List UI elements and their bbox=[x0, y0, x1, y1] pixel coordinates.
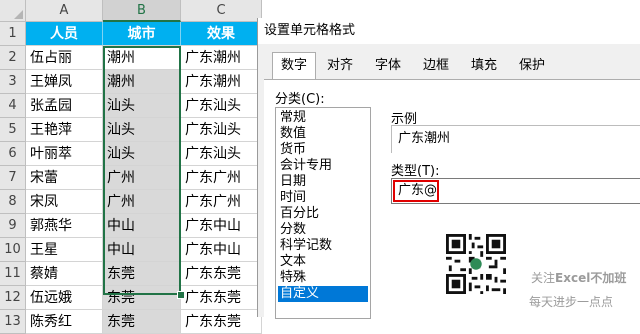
dialog-title[interactable]: 设置单元格格式 bbox=[258, 18, 640, 44]
cell-a9[interactable]: 郭燕华 bbox=[26, 214, 103, 238]
cell-b13[interactable]: 东莞 bbox=[103, 310, 181, 334]
category-item-currency[interactable]: 货币 bbox=[278, 142, 368, 158]
row-header-1[interactable]: 1 bbox=[0, 22, 26, 46]
category-item-accounting[interactable]: 会计专用 bbox=[278, 158, 368, 174]
row-header-4[interactable]: 4 bbox=[0, 94, 26, 118]
tab-alignment[interactable]: 对齐 bbox=[316, 54, 364, 78]
select-all-corner[interactable] bbox=[0, 0, 26, 22]
column-header-a[interactable]: A bbox=[26, 0, 103, 22]
row-header-9[interactable]: 9 bbox=[0, 214, 26, 238]
cell-c10[interactable]: 广东中山 bbox=[181, 238, 262, 262]
cell-c13[interactable]: 广东东莞 bbox=[181, 310, 262, 334]
cell-a3[interactable]: 王婵凤 bbox=[26, 70, 103, 94]
tab-font[interactable]: 字体 bbox=[364, 54, 412, 78]
watermark-prefix: 关注 bbox=[531, 271, 556, 285]
cell-b4[interactable]: 汕头 bbox=[103, 94, 181, 118]
column-header-b[interactable]: B bbox=[103, 0, 181, 22]
row-header-10[interactable]: 10 bbox=[0, 238, 26, 262]
category-item-scientific[interactable]: 科学记数 bbox=[278, 238, 368, 254]
cell-c8[interactable]: 广东广州 bbox=[181, 190, 262, 214]
row-header-3[interactable]: 3 bbox=[0, 70, 26, 94]
row-header-12[interactable]: 12 bbox=[0, 286, 26, 310]
cell-a2[interactable]: 伍占丽 bbox=[26, 46, 103, 70]
cell-b6[interactable]: 汕头 bbox=[103, 142, 181, 166]
category-item-custom[interactable]: 自定义 bbox=[278, 286, 368, 302]
cell-b7[interactable]: 广州 bbox=[103, 166, 181, 190]
column-header-c[interactable]: C bbox=[181, 0, 262, 22]
cell-a8[interactable]: 宋凤 bbox=[26, 190, 103, 214]
tab-number[interactable]: 数字 bbox=[272, 52, 316, 80]
cell-b3[interactable]: 潮州 bbox=[103, 70, 181, 94]
cell-a11[interactable]: 蔡婧 bbox=[26, 262, 103, 286]
row-header-2[interactable]: 2 bbox=[0, 46, 26, 70]
cell-b11[interactable]: 东莞 bbox=[103, 262, 181, 286]
cell-a6[interactable]: 叶丽萃 bbox=[26, 142, 103, 166]
cell-b8[interactable]: 广州 bbox=[103, 190, 181, 214]
category-label: 分类(C): bbox=[275, 92, 325, 107]
format-cells-dialog: 设置单元格格式 数字 对齐 字体 边框 填充 保护 分类(C): 常规 数值 货… bbox=[257, 18, 640, 319]
row-header-11[interactable]: 11 bbox=[0, 262, 26, 286]
tab-fill[interactable]: 填充 bbox=[460, 54, 508, 78]
cell-c12[interactable]: 广东东莞 bbox=[181, 286, 262, 310]
cell-c7[interactable]: 广东广州 bbox=[181, 166, 262, 190]
category-list[interactable]: 常规 数值 货币 会计专用 日期 时间 百分比 分数 科学记数 文本 特殊 自定… bbox=[275, 107, 371, 319]
cell-a5[interactable]: 王艳萍 bbox=[26, 118, 103, 142]
cell-a13[interactable]: 陈秀红 bbox=[26, 310, 103, 334]
category-item-percentage[interactable]: 百分比 bbox=[278, 206, 368, 222]
cell-b5[interactable]: 汕头 bbox=[103, 118, 181, 142]
row-header-13[interactable]: 13 bbox=[0, 310, 26, 334]
watermark-line1: 关注Excel不加班 bbox=[531, 269, 626, 286]
sample-value: 广东潮州 bbox=[391, 125, 640, 153]
fill-handle[interactable] bbox=[177, 291, 185, 299]
category-item-fraction[interactable]: 分数 bbox=[278, 222, 368, 238]
cell-a10[interactable]: 王星 bbox=[26, 238, 103, 262]
category-item-special[interactable]: 特殊 bbox=[278, 270, 368, 286]
tab-protection[interactable]: 保护 bbox=[508, 54, 556, 78]
watermark-line2: 每天进步一点点 bbox=[529, 295, 614, 309]
row-header-8[interactable]: 8 bbox=[0, 190, 26, 214]
category-item-date[interactable]: 日期 bbox=[278, 174, 368, 190]
row-header-6[interactable]: 6 bbox=[0, 142, 26, 166]
cell-c3[interactable]: 广东潮州 bbox=[181, 70, 262, 94]
cell-b9[interactable]: 中山 bbox=[103, 214, 181, 238]
spreadsheet: A B C 1 2 3 4 5 6 7 8 9 10 11 12 13 人员 城… bbox=[0, 0, 262, 334]
cell-b2[interactable]: 潮州 bbox=[103, 46, 181, 70]
category-item-number[interactable]: 数值 bbox=[278, 126, 368, 142]
cell-c11[interactable]: 广东东莞 bbox=[181, 262, 262, 286]
type-input-value[interactable]: 广东@ bbox=[393, 180, 439, 202]
header-cell-result[interactable]: 效果 bbox=[181, 22, 262, 46]
type-label: 类型(T): bbox=[391, 164, 440, 179]
header-cell-city[interactable]: 城市 bbox=[103, 22, 181, 46]
qr-code-icon bbox=[446, 234, 506, 294]
cell-a4[interactable]: 张孟园 bbox=[26, 94, 103, 118]
watermark-brand: Excel不加班 bbox=[555, 271, 627, 285]
cell-c9[interactable]: 广东中山 bbox=[181, 214, 262, 238]
cell-c5[interactable]: 广东汕头 bbox=[181, 118, 262, 142]
category-item-text[interactable]: 文本 bbox=[278, 254, 368, 270]
row-header-7[interactable]: 7 bbox=[0, 166, 26, 190]
cell-b10[interactable]: 中山 bbox=[103, 238, 181, 262]
category-item-time[interactable]: 时间 bbox=[278, 190, 368, 206]
category-item-general[interactable]: 常规 bbox=[278, 110, 368, 126]
cell-a12[interactable]: 伍远娥 bbox=[26, 286, 103, 310]
row-header-5[interactable]: 5 bbox=[0, 118, 26, 142]
cell-c6[interactable]: 广东汕头 bbox=[181, 142, 262, 166]
cell-a7[interactable]: 宋蕾 bbox=[26, 166, 103, 190]
cell-c2[interactable]: 广东潮州 bbox=[181, 46, 262, 70]
tab-border[interactable]: 边框 bbox=[412, 54, 460, 78]
cell-c4[interactable]: 广东汕头 bbox=[181, 94, 262, 118]
header-cell-person[interactable]: 人员 bbox=[26, 22, 103, 46]
cell-b12[interactable]: 东莞 bbox=[103, 286, 181, 310]
